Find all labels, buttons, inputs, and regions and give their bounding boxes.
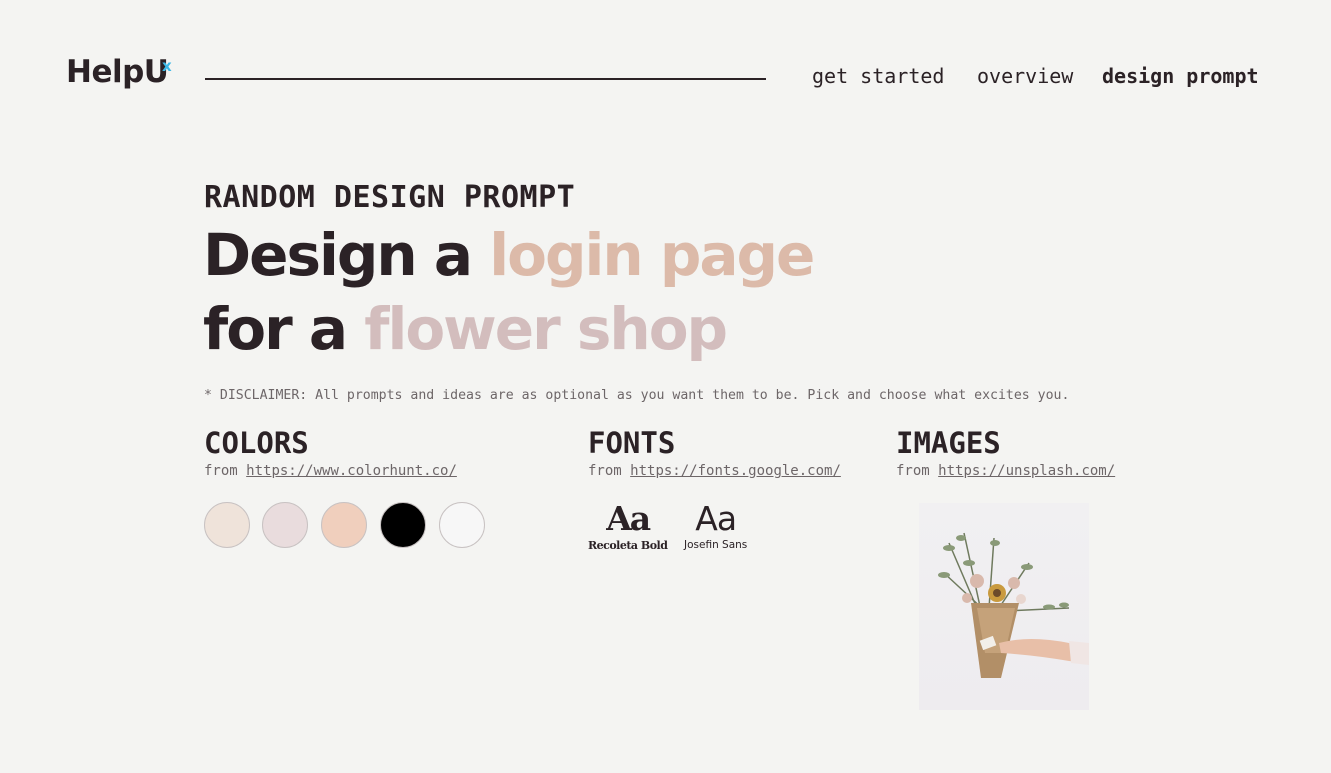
color-swatch-1[interactable] bbox=[204, 502, 250, 548]
prompt-eyebrow: RANDOM DESIGN PROMPT bbox=[204, 180, 576, 215]
colors-from-label: from bbox=[204, 463, 238, 479]
nav-get-started[interactable]: get started bbox=[812, 64, 944, 88]
logo-superscript: x bbox=[162, 57, 172, 75]
color-swatch-3[interactable] bbox=[321, 502, 367, 548]
colors-source: from https://www.colorhunt.co/ bbox=[204, 463, 457, 479]
fonts-from-label: from bbox=[588, 463, 622, 479]
fonts-link[interactable]: https://fonts.google.com/ bbox=[630, 463, 841, 479]
colors-title: COLORS bbox=[204, 426, 309, 460]
nav-overview[interactable]: overview bbox=[977, 64, 1073, 88]
nav-design-prompt[interactable]: design prompt bbox=[1102, 64, 1259, 88]
headline-prefix-1: Design a bbox=[203, 221, 490, 289]
bouquet-illustration bbox=[938, 532, 1089, 678]
headline-accent-2: flower shop bbox=[364, 295, 728, 363]
flower-bouquet-photo[interactable] bbox=[919, 503, 1089, 710]
headline-line-1: Design a login page bbox=[203, 226, 815, 284]
font-sample-recoleta[interactable]: Aa Recoleta Bold bbox=[588, 499, 668, 552]
font-sample-josefin[interactable]: Aa Josefin Sans bbox=[684, 502, 747, 551]
images-from-label: from bbox=[896, 463, 930, 479]
font-name-2: Josefin Sans bbox=[684, 539, 748, 551]
header-divider bbox=[205, 78, 766, 80]
font-glyph-1: Aa bbox=[606, 499, 651, 538]
fonts-title: FONTS bbox=[588, 426, 676, 460]
images-title: IMAGES bbox=[896, 426, 1001, 460]
color-swatch-2[interactable] bbox=[262, 502, 308, 548]
colors-link[interactable]: https://www.colorhunt.co/ bbox=[246, 463, 457, 479]
disclaimer: * DISCLAIMER: All prompts and ideas are … bbox=[204, 388, 1070, 403]
headline-line-2: for a flower shop bbox=[203, 300, 728, 358]
headline-prefix-2: for a bbox=[203, 295, 365, 363]
color-swatch-5[interactable] bbox=[439, 502, 485, 548]
images-source: from https://unsplash.com/ bbox=[896, 463, 1115, 479]
color-swatch-4[interactable] bbox=[380, 502, 426, 548]
font-name-1: Recoleta Bold bbox=[588, 539, 668, 552]
headline-accent-1: login page bbox=[489, 221, 815, 289]
font-glyph-2: Aa bbox=[695, 499, 737, 538]
logo[interactable]: HelpU bbox=[66, 54, 169, 90]
fonts-source: from https://fonts.google.com/ bbox=[588, 463, 841, 479]
images-link[interactable]: https://unsplash.com/ bbox=[938, 463, 1115, 479]
